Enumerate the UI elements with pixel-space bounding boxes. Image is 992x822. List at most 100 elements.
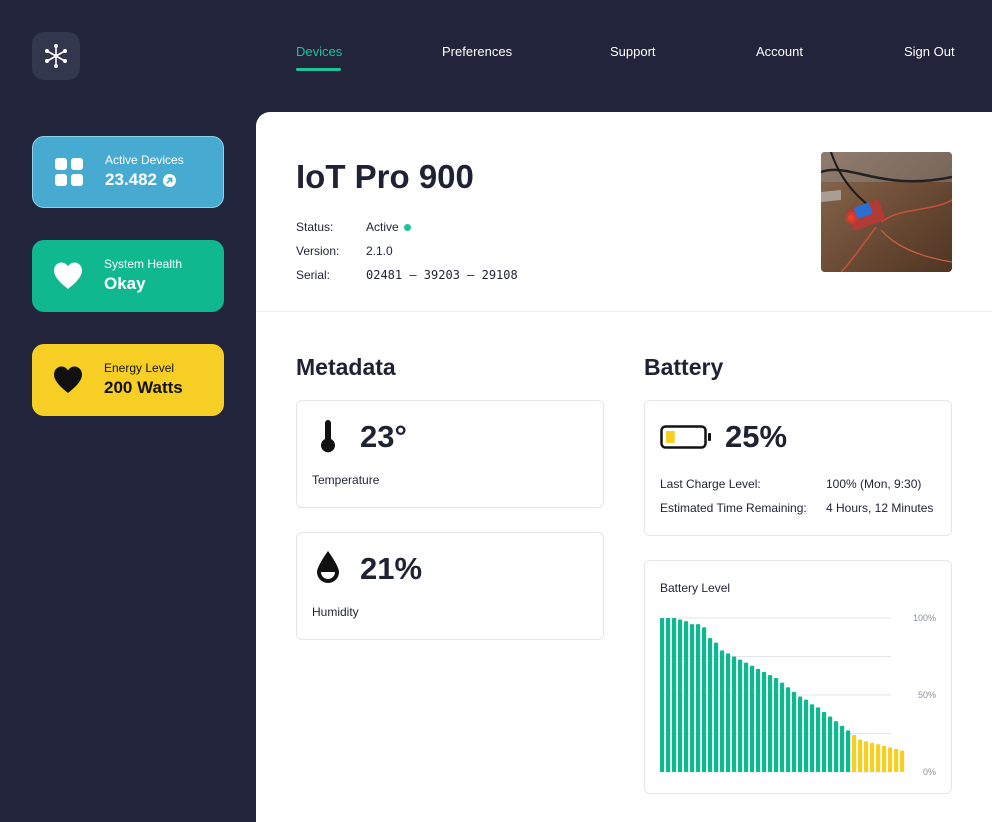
battery-level-chart: 100% 50% 0% [660, 613, 936, 777]
nav-devices-label: Devices [296, 44, 343, 59]
chart-bar [684, 621, 689, 772]
chart-bar [888, 747, 893, 772]
system-health-card[interactable]: System Health Okay [32, 240, 224, 312]
energy-level-card[interactable]: Energy Level 200 Watts [32, 344, 224, 416]
battery-title: Battery [644, 354, 724, 380]
status-dot-icon [403, 223, 411, 231]
serial-label: Serial: [296, 268, 331, 282]
chart-bar [858, 739, 863, 772]
temperature-value: 23° [360, 419, 407, 454]
heart-icon [52, 260, 84, 292]
chart-bar [744, 662, 749, 772]
device-title: IoT Pro 900 [296, 158, 474, 195]
version-row: Version: 2.1.0 [296, 244, 393, 258]
version-value: 2.1.0 [366, 244, 393, 258]
chart-bar [792, 691, 797, 772]
chart-bar [816, 707, 821, 772]
system-health-label: System Health [104, 257, 183, 271]
chart-bar [768, 674, 773, 772]
chart-bar [846, 730, 851, 772]
chart-bar [762, 671, 767, 772]
chart-bar [822, 711, 827, 772]
nav-devices[interactable]: Devices [296, 44, 343, 71]
nav-active-underline [296, 68, 341, 71]
heart-icon [52, 364, 84, 396]
thermometer-icon [319, 419, 337, 458]
chart-bar [810, 704, 815, 772]
chart-bar [882, 745, 887, 772]
chart-bar [666, 618, 671, 772]
chart-bar [690, 624, 695, 772]
chart-bar [780, 682, 785, 772]
remaining-value: 4 Hours, 12 Minutes [826, 501, 934, 515]
chart-bar [738, 659, 743, 772]
arrow-up-right-icon [163, 173, 176, 187]
chart-bar [870, 742, 875, 772]
active-devices-value: 23.482 [105, 170, 157, 189]
chart-bar [774, 678, 779, 772]
asterisk-logo-icon [45, 44, 67, 68]
chart-y-tick-label: 100% [913, 613, 936, 623]
droplet-icon [316, 550, 340, 589]
temperature-label: Temperature [312, 473, 380, 487]
chart-bar [672, 618, 677, 772]
temperature-card: 23° Temperature [296, 400, 604, 508]
chart-bar [714, 642, 719, 772]
header-divider [256, 311, 992, 312]
chart-y-tick-label: 0% [923, 767, 936, 777]
chart-bar [834, 721, 839, 772]
status-row: Status: Active [296, 220, 411, 234]
metadata-title: Metadata [296, 354, 396, 380]
battery-icon [660, 425, 712, 454]
chart-bar [720, 650, 725, 772]
chart-bar [840, 725, 845, 772]
chart-bar [750, 665, 755, 772]
chart-bar [852, 735, 857, 772]
battery-percent: 25% [725, 419, 788, 454]
chart-bar [798, 696, 803, 772]
active-devices-label: Active Devices [105, 153, 184, 167]
humidity-value: 21% [360, 551, 423, 586]
chart-bar [828, 716, 833, 772]
status-value: Active [366, 220, 399, 234]
nav-preferences[interactable]: Preferences [442, 44, 512, 59]
humidity-card: 21% Humidity [296, 532, 604, 640]
chart-bar [864, 741, 869, 772]
device-photo [821, 152, 952, 272]
nav-account[interactable]: Account [756, 44, 803, 59]
energy-level-label: Energy Level [104, 361, 175, 375]
chart-bar [726, 653, 731, 772]
top-nav: Devices Preferences Support Account Sign… [296, 44, 955, 74]
chart-bar [702, 627, 707, 772]
chart-bar [900, 750, 905, 772]
last-charge-value: 100% (Mon, 9:30) [826, 477, 922, 491]
chart-bar [678, 619, 683, 772]
chart-bar [786, 687, 791, 772]
chart-bar [894, 748, 899, 772]
chart-bar [804, 699, 809, 772]
remaining-label: Estimated Time Remaining: [660, 501, 807, 515]
chart-bar [708, 638, 713, 772]
chart-bar [876, 744, 881, 772]
nav-support[interactable]: Support [610, 44, 656, 59]
battery-status-card: 25% Last Charge Level: 100% (Mon, 9:30) … [644, 400, 952, 536]
version-label: Version: [296, 244, 340, 258]
chart-bar [696, 624, 701, 772]
chart-bar [756, 668, 761, 772]
chart-bar [660, 618, 665, 772]
battery-level-chart-card: Battery Level 100% 50% 0% [644, 560, 952, 794]
device-detail-panel: IoT Pro 900 Status: Active Version: 2.1.… [256, 112, 992, 822]
energy-level-value: 200 Watts [104, 378, 183, 397]
serial-value: 02481 — 39203 — 29108 [366, 268, 518, 282]
battery-fill [666, 431, 675, 443]
serial-row: Serial: 02481 — 39203 — 29108 [296, 268, 518, 282]
chart-bar [732, 656, 737, 772]
system-health-value: Okay [104, 274, 146, 293]
grid-icon [53, 156, 85, 188]
chart-y-tick-label: 50% [918, 690, 936, 700]
active-devices-card[interactable]: Active Devices 23.482 [32, 136, 224, 208]
humidity-label: Humidity [312, 605, 359, 619]
status-label: Status: [296, 220, 334, 234]
nav-sign-out[interactable]: Sign Out [904, 44, 955, 59]
app-logo[interactable] [32, 32, 80, 80]
